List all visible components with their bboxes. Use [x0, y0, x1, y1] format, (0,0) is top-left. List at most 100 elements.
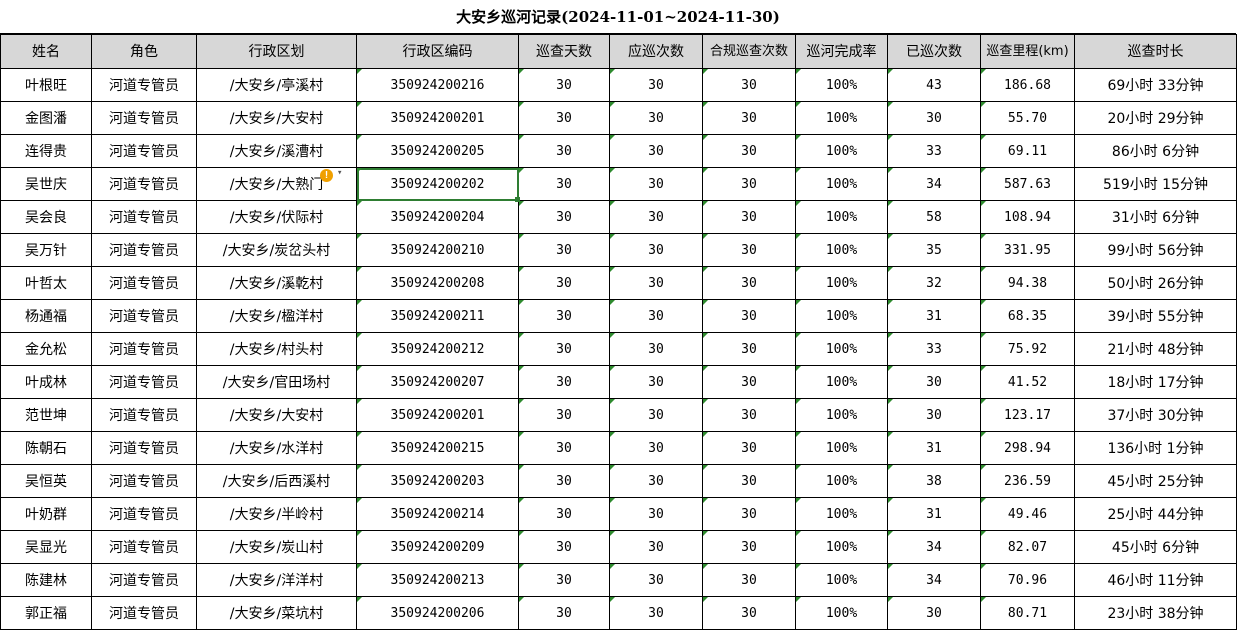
cell-col-name[interactable]: 陈建林 [0, 563, 92, 597]
cell-col-patrolled-count[interactable]: 33 [887, 134, 981, 168]
header-col-compliant-count[interactable]: 合规巡查次数 [702, 34, 796, 69]
cell-col-region[interactable]: /大安乡/楹洋村 [196, 299, 357, 333]
cell-col-region[interactable]: /大安乡/半岭村 [196, 497, 357, 531]
header-col-name[interactable]: 姓名 [0, 34, 92, 69]
cell-col-duration[interactable]: 18小时 17分钟 [1074, 365, 1237, 399]
cell-col-compliant-count[interactable]: 30 [702, 596, 796, 630]
cell-col-mileage[interactable]: 68.35 [980, 299, 1075, 333]
cell-col-duration[interactable]: 45小时 6分钟 [1074, 530, 1237, 564]
cell-col-mileage[interactable]: 236.59 [980, 464, 1075, 498]
cell-col-region-code[interactable]: 350924200213 [356, 563, 519, 597]
cell-col-patrol-days[interactable]: 30 [518, 134, 610, 168]
cell-col-region[interactable]: /大安乡/大安村 [196, 398, 357, 432]
cell-col-name[interactable]: 吴世庆 [0, 167, 92, 201]
cell-col-patrol-days[interactable]: 30 [518, 530, 610, 564]
cell-col-patrolled-count[interactable]: 38 [887, 464, 981, 498]
cell-col-required-count[interactable]: 30 [609, 167, 703, 201]
cell-col-required-count[interactable]: 30 [609, 332, 703, 366]
cell-col-patrolled-count[interactable]: 31 [887, 299, 981, 333]
cell-col-duration[interactable]: 37小时 30分钟 [1074, 398, 1237, 432]
cell-col-required-count[interactable]: 30 [609, 398, 703, 432]
cell-col-completion-rate[interactable]: 100% [795, 530, 888, 564]
cell-col-duration[interactable]: 519小时 15分钟 [1074, 167, 1237, 201]
cell-col-mileage[interactable]: 80.71 [980, 596, 1075, 630]
cell-col-completion-rate[interactable]: 100% [795, 200, 888, 234]
cell-col-compliant-count[interactable]: 30 [702, 431, 796, 465]
cell-col-compliant-count[interactable]: 30 [702, 464, 796, 498]
cell-col-completion-rate[interactable]: 100% [795, 68, 888, 102]
cell-col-required-count[interactable]: 30 [609, 200, 703, 234]
cell-col-region-code[interactable]: 350924200216 [356, 68, 519, 102]
cell-col-mileage[interactable]: 186.68 [980, 68, 1075, 102]
cell-col-region-code[interactable]: 350924200201 [356, 398, 519, 432]
cell-col-completion-rate[interactable]: 100% [795, 101, 888, 135]
cell-col-duration[interactable]: 45小时 25分钟 [1074, 464, 1237, 498]
cell-col-mileage[interactable]: 331.95 [980, 233, 1075, 267]
cell-col-mileage[interactable]: 94.38 [980, 266, 1075, 300]
cell-col-role[interactable]: 河道专管员 [91, 431, 197, 465]
cell-col-mileage[interactable]: 41.52 [980, 365, 1075, 399]
cell-col-compliant-count[interactable]: 30 [702, 266, 796, 300]
cell-col-patrol-days[interactable]: 30 [518, 101, 610, 135]
cell-col-patrol-days[interactable]: 30 [518, 464, 610, 498]
cell-col-role[interactable]: 河道专管员 [91, 563, 197, 597]
header-col-mileage[interactable]: 巡查里程(km) [980, 34, 1075, 69]
cell-col-patrolled-count[interactable]: 34 [887, 530, 981, 564]
cell-col-role[interactable]: 河道专管员 [91, 497, 197, 531]
cell-col-completion-rate[interactable]: 100% [795, 167, 888, 201]
cell-col-region-code[interactable]: 350924200211 [356, 299, 519, 333]
cell-col-region[interactable]: /大安乡/溪乾村 [196, 266, 357, 300]
cell-col-required-count[interactable]: 30 [609, 563, 703, 597]
cell-col-completion-rate[interactable]: 100% [795, 134, 888, 168]
cell-col-region[interactable]: /大安乡/炭岔头村 [196, 233, 357, 267]
cell-col-role[interactable]: 河道专管员 [91, 233, 197, 267]
cell-col-name[interactable]: 吴会良 [0, 200, 92, 234]
cell-col-completion-rate[interactable]: 100% [795, 497, 888, 531]
header-col-completion-rate[interactable]: 巡河完成率 [795, 34, 888, 69]
cell-col-role[interactable]: 河道专管员 [91, 464, 197, 498]
cell-col-compliant-count[interactable]: 30 [702, 563, 796, 597]
cell-col-name[interactable]: 连得贵 [0, 134, 92, 168]
cell-col-completion-rate[interactable]: 100% [795, 596, 888, 630]
cell-col-region[interactable]: /大安乡/大安村 [196, 101, 357, 135]
cell-col-required-count[interactable]: 30 [609, 299, 703, 333]
cell-col-region-code[interactable]: 350924200204 [356, 200, 519, 234]
cell-col-compliant-count[interactable]: 30 [702, 365, 796, 399]
cell-col-required-count[interactable]: 30 [609, 497, 703, 531]
cell-col-name[interactable]: 叶奶群 [0, 497, 92, 531]
cell-col-patrol-days[interactable]: 30 [518, 497, 610, 531]
cell-col-patrolled-count[interactable]: 43 [887, 68, 981, 102]
cell-col-region-code[interactable]: 350924200201 [356, 101, 519, 135]
cell-col-region-code[interactable]: 350924200203 [356, 464, 519, 498]
cell-col-role[interactable]: 河道专管员 [91, 167, 197, 201]
cell-col-duration[interactable]: 136小时 1分钟 [1074, 431, 1237, 465]
cell-col-required-count[interactable]: 30 [609, 431, 703, 465]
cell-col-patrol-days[interactable]: 30 [518, 596, 610, 630]
cell-col-patrolled-count[interactable]: 31 [887, 497, 981, 531]
cell-col-name[interactable]: 金图潘 [0, 101, 92, 135]
cell-col-mileage[interactable]: 69.11 [980, 134, 1075, 168]
cell-col-name[interactable]: 叶哲太 [0, 266, 92, 300]
cell-col-compliant-count[interactable]: 30 [702, 530, 796, 564]
cell-col-patrol-days[interactable]: 30 [518, 167, 610, 201]
cell-col-region[interactable]: /大安乡/水洋村 [196, 431, 357, 465]
cell-col-duration[interactable]: 86小时 6分钟 [1074, 134, 1237, 168]
cell-col-region-code[interactable]: 350924200208 [356, 266, 519, 300]
cell-col-region[interactable]: /大安乡/官田场村 [196, 365, 357, 399]
cell-col-duration[interactable]: 25小时 44分钟 [1074, 497, 1237, 531]
cell-col-region[interactable]: /大安乡/溪漕村 [196, 134, 357, 168]
cell-col-name[interactable]: 郭正福 [0, 596, 92, 630]
cell-col-patrolled-count[interactable]: 33 [887, 332, 981, 366]
cell-col-patrolled-count[interactable]: 30 [887, 398, 981, 432]
cell-col-region-code[interactable]: 350924200210 [356, 233, 519, 267]
cell-col-duration[interactable]: 69小时 33分钟 [1074, 68, 1237, 102]
cell-col-required-count[interactable]: 30 [609, 134, 703, 168]
cell-col-required-count[interactable]: 30 [609, 68, 703, 102]
cell-col-role[interactable]: 河道专管员 [91, 68, 197, 102]
chevron-down-icon[interactable]: ▾ [337, 168, 342, 178]
cell-col-duration[interactable]: 46小时 11分钟 [1074, 563, 1237, 597]
cell-col-role[interactable]: 河道专管员 [91, 200, 197, 234]
cell-col-patrolled-count[interactable]: 32 [887, 266, 981, 300]
header-col-region[interactable]: 行政区划 [196, 34, 357, 69]
header-col-required-count[interactable]: 应巡次数 [609, 34, 703, 69]
